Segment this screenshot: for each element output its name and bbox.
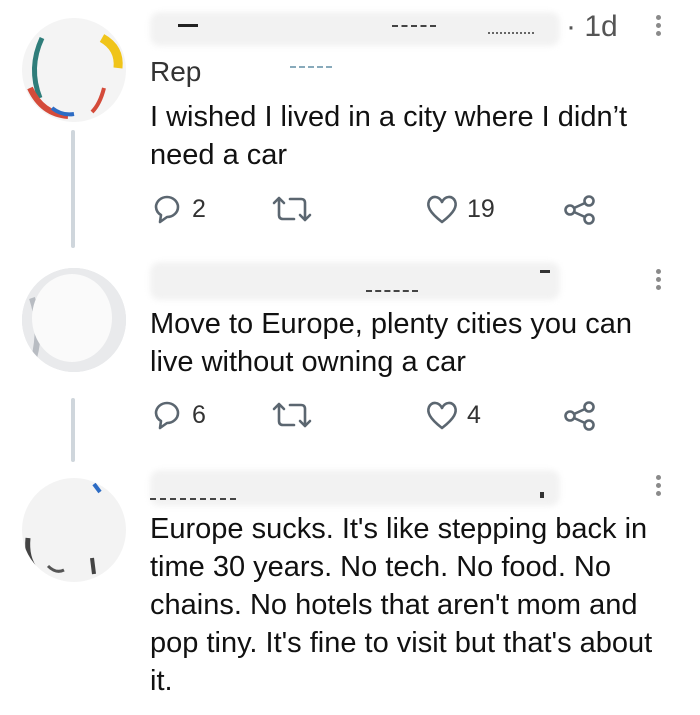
tweet-text: I wished I lived in a city where I didn’… bbox=[150, 98, 627, 174]
reply-icon bbox=[154, 401, 180, 430]
redaction-mark bbox=[392, 25, 436, 29]
retweet-button[interactable] bbox=[270, 192, 314, 226]
avatar-image bbox=[25, 482, 102, 575]
reply-count: 2 bbox=[192, 194, 206, 223]
tweet-text: Europe sucks. It's like stepping back in… bbox=[150, 510, 652, 700]
share-button[interactable] bbox=[562, 192, 598, 226]
tweet-text-line: Europe sucks. It's like stepping back in bbox=[150, 513, 648, 545]
reply-button[interactable]: 6 bbox=[150, 398, 206, 432]
redaction-mark bbox=[150, 498, 236, 500]
more-vertical-icon[interactable] bbox=[654, 12, 662, 39]
redaction-mark bbox=[178, 24, 198, 27]
like-button[interactable]: 19 bbox=[425, 192, 495, 226]
reply-button[interactable]: 2 bbox=[150, 192, 206, 226]
redacted-header bbox=[150, 262, 560, 300]
tweet-text-line: I wished I lived in a city where I didn’… bbox=[150, 101, 628, 133]
tweet-text: Move to Europe, plenty cities you can li… bbox=[150, 305, 632, 381]
more-vertical-icon[interactable] bbox=[654, 472, 662, 499]
redaction-mark bbox=[488, 32, 534, 34]
tweet-text-line: time 30 years. No tech. No food. No bbox=[150, 551, 611, 583]
retweet-icon bbox=[272, 402, 312, 428]
share-button[interactable] bbox=[562, 398, 598, 432]
timestamp[interactable]: · 1d bbox=[566, 10, 618, 44]
share-icon bbox=[564, 401, 595, 431]
retweet-icon bbox=[272, 196, 312, 222]
thread-line bbox=[71, 398, 75, 462]
like-count: 19 bbox=[467, 194, 495, 223]
redaction-mark bbox=[366, 290, 418, 292]
tweet-text-line: Move to Europe, plenty cities you can bbox=[150, 308, 632, 340]
retweet-button[interactable] bbox=[270, 398, 314, 432]
redaction-mark bbox=[540, 492, 544, 498]
tweet-text-line: it. bbox=[150, 665, 173, 697]
avatar[interactable] bbox=[22, 268, 126, 372]
avatar[interactable] bbox=[22, 18, 126, 122]
heart-icon bbox=[427, 195, 457, 224]
share-icon bbox=[564, 195, 595, 225]
redacted-header bbox=[150, 12, 560, 46]
tweet-text-line: pop tiny. It's fine to visit but that's … bbox=[150, 627, 653, 659]
heart-icon bbox=[427, 401, 457, 430]
reply-icon bbox=[154, 195, 180, 224]
avatar-image bbox=[22, 268, 126, 372]
tweet-text-line: chains. No hotels that aren't mom and bbox=[150, 589, 638, 621]
avatar[interactable] bbox=[22, 478, 126, 582]
redacted-header bbox=[150, 470, 560, 506]
like-button[interactable]: 4 bbox=[425, 398, 481, 432]
like-count: 4 bbox=[467, 400, 481, 429]
avatar-image bbox=[27, 34, 123, 119]
thread-line bbox=[71, 130, 75, 248]
tweet-text-line: need a car bbox=[150, 139, 288, 171]
more-vertical-icon[interactable] bbox=[654, 266, 662, 293]
redaction-mark bbox=[540, 270, 550, 273]
tweet-text-line: live without owning a car bbox=[150, 346, 466, 378]
display-name-partial[interactable]: Rep bbox=[150, 56, 201, 88]
redaction-mark bbox=[290, 66, 332, 68]
reply-count: 6 bbox=[192, 400, 206, 429]
